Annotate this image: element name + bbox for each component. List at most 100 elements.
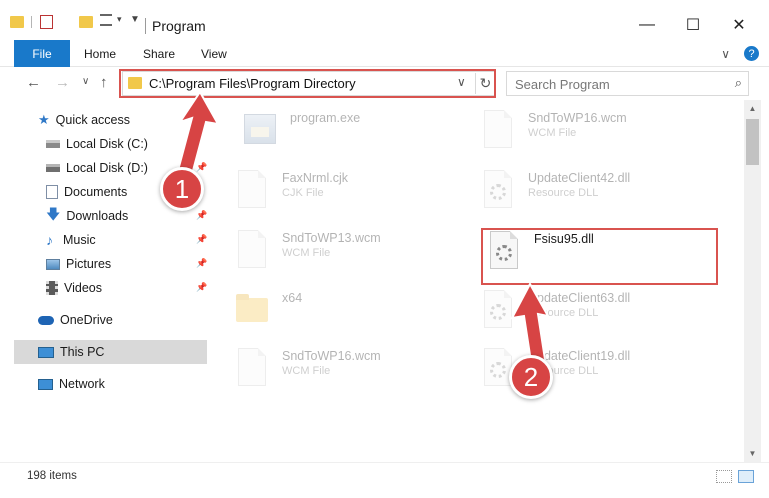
sidebar-item-network[interactable]: Network [0,372,207,396]
file-item-updateclient42-dll[interactable]: UpdateClient42.dll Resource DLL [478,170,630,226]
file-type: WCM File [282,247,331,259]
videos-icon [46,281,58,295]
minimize-button[interactable]: — [624,10,670,40]
step-1-badge: 1 [160,167,204,211]
file-item-sndtowp16-wcm-2[interactable]: SndToWP16.wcm WCM File [232,348,381,404]
item-count: 198 items [27,470,77,482]
network-icon [38,378,53,390]
documents-icon [46,185,58,199]
search-box[interactable]: Search Program ⌕ [506,71,749,96]
navigation-pane: ★ Quick access Local Disk (C:) Local Dis… [0,100,210,462]
sidebar-item-videos[interactable]: Videos 📌 [0,276,207,300]
drive-icon [46,164,60,172]
file-icon [478,110,518,156]
star-icon: ★ [38,112,50,127]
large-icons-view-button[interactable] [738,470,754,483]
sidebar-item-label: OneDrive [60,313,113,327]
back-button[interactable]: ← [26,74,41,91]
folder-icon[interactable] [10,16,24,28]
sidebar-item-label: This PC [60,345,105,359]
pin-icon[interactable]: 📌 [196,210,207,221]
file-item-sndtowp13-wcm[interactable]: SndToWP13.wcm WCM File [232,230,381,286]
file-item-updateclient63-dll[interactable]: UpdateClient63.dll Resource DLL [478,290,630,346]
help-icon[interactable]: ? [744,46,759,61]
file-name: program.exe [290,111,361,125]
address-path[interactable]: C:\Program Files\Program Directory [149,76,356,91]
refresh-button[interactable]: ↻ [475,73,495,94]
file-name: UpdateClient63.dll [528,291,631,305]
search-input[interactable]: Search Program [515,77,610,92]
file-type: Resource DLL [528,187,599,199]
search-icon[interactable]: ⌕ [735,75,742,91]
file-item-fsisu95-dll[interactable]: Fsisu95.dll [484,231,594,287]
status-bar: 198 items [0,462,769,498]
sidebar-item-label: Local Disk (C:) [66,137,148,151]
pin-icon[interactable]: 📌 [196,258,207,269]
sidebar-item-label: Network [59,377,105,391]
scroll-thumb[interactable] [746,119,759,165]
details-view-button[interactable] [716,470,732,483]
qat-dropdown-icon[interactable]: ▼ [130,14,140,25]
tab-view[interactable]: View [201,40,227,67]
sidebar-item-label: Pictures [66,257,112,271]
file-type: Resource DLL [528,307,599,319]
folder-icon [232,290,272,336]
tab-home[interactable]: Home [84,40,116,67]
ribbon: File Home Share View ∨ ? [0,40,769,67]
folder-icon [128,77,142,89]
sidebar-item-quick-access[interactable]: ★ Quick access [0,108,207,132]
recent-locations-button[interactable]: ∨ [82,76,89,87]
sidebar-item-this-pc[interactable]: This PC [14,340,207,364]
download-icon: 🡇 [46,206,61,222]
scroll-up-button[interactable]: ▲ [744,100,761,117]
sidebar-item-local-disk-c[interactable]: Local Disk (C:) [0,132,207,156]
cloud-icon [38,315,54,325]
file-type: WCM File [282,365,331,377]
file-name: UpdateClient42.dll [528,171,631,185]
dll-gear-icon [478,290,518,336]
expand-ribbon-icon[interactable]: ∨ [721,47,730,61]
pictures-icon [46,258,60,270]
sidebar-item-pictures[interactable]: Pictures 📌 [0,252,207,276]
dll-gear-icon [484,231,524,277]
scroll-down-button[interactable]: ▼ [744,445,761,462]
properties-icon[interactable] [40,15,53,29]
file-item-program-exe[interactable]: program.exe [240,110,360,166]
up-button[interactable]: ↑ [100,74,108,91]
vertical-scrollbar[interactable]: ▲ ▼ [744,100,761,462]
sidebar-item-onedrive[interactable]: OneDrive [0,308,207,332]
file-name: x64 [282,291,303,305]
file-icon [232,230,272,276]
tab-file[interactable]: File [14,40,70,67]
customize-qat-icon[interactable] [100,14,112,26]
file-icon [232,170,272,216]
address-history-button[interactable]: ∨ [457,75,466,89]
file-item-updateclient19-dll[interactable]: UpdateClient19.dll Resource DLL [478,348,630,404]
maximize-button[interactable]: ☐ [670,10,716,40]
file-name: Fsisu95.dll [534,232,594,246]
tab-share[interactable]: Share [143,40,175,67]
pin-icon[interactable]: 📌 [196,282,207,293]
pin-icon[interactable]: 📌 [196,234,207,245]
file-item-faxnrml-cjk[interactable]: FaxNrml.cjk CJK File [232,170,348,226]
file-list: program.exe FaxNrml.cjk CJK File SndToWP… [210,100,744,462]
music-icon: ♪ [46,232,53,248]
chevron-down-icon[interactable]: ▾ [117,14,122,25]
window-title: Program [152,18,206,34]
close-button[interactable]: ✕ [716,10,762,40]
sidebar-item-music[interactable]: ♪ Music 📌 [0,228,207,252]
forward-button[interactable]: → [55,74,70,91]
file-item-sndtowp16-wcm[interactable]: SndToWP16.wcm WCM File [478,110,627,166]
step-2-badge: 2 [509,355,553,399]
sidebar-item-label: Music [63,233,96,247]
address-bar[interactable]: C:\Program Files\Program Directory ∨ ↻ [122,71,496,96]
file-icon [232,348,272,394]
drive-icon [46,140,60,148]
new-folder-icon[interactable] [79,16,93,28]
separator [31,16,32,28]
pin-icon[interactable]: 📌 [196,162,207,173]
file-name: SndToWP16.wcm [282,349,381,363]
navigation-row: ← → ∨ ↑ C:\Program Files\Program Directo… [0,67,769,100]
file-item-x64-folder[interactable]: x64 [232,290,302,346]
sidebar-item-label: Local Disk (D:) [66,161,148,175]
